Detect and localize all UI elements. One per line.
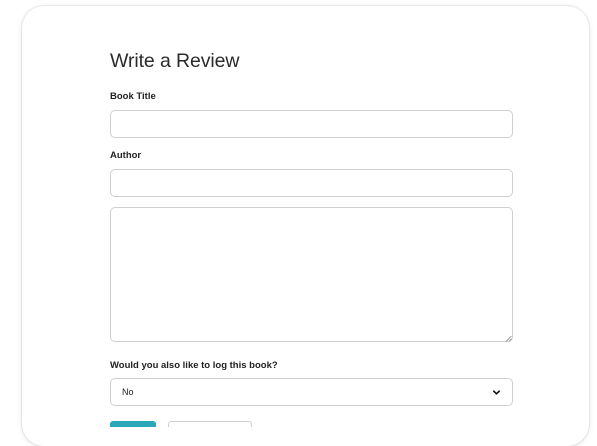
book-title-label: Book Title [110,91,156,102]
resize-grip-icon[interactable] [505,335,512,342]
review-textarea[interactable] [110,207,513,342]
log-book-select-value: No [122,387,134,397]
chevron-down-icon [492,388,501,397]
log-book-label: Would you also like to log this book? [110,360,278,371]
log-book-select[interactable]: No [110,378,513,406]
cancel-button[interactable] [168,421,252,427]
author-input[interactable] [110,169,513,197]
author-label: Author [110,150,142,161]
submit-button[interactable] [110,421,156,427]
book-title-input[interactable] [110,110,513,138]
page-title: Write a Review [110,50,240,72]
